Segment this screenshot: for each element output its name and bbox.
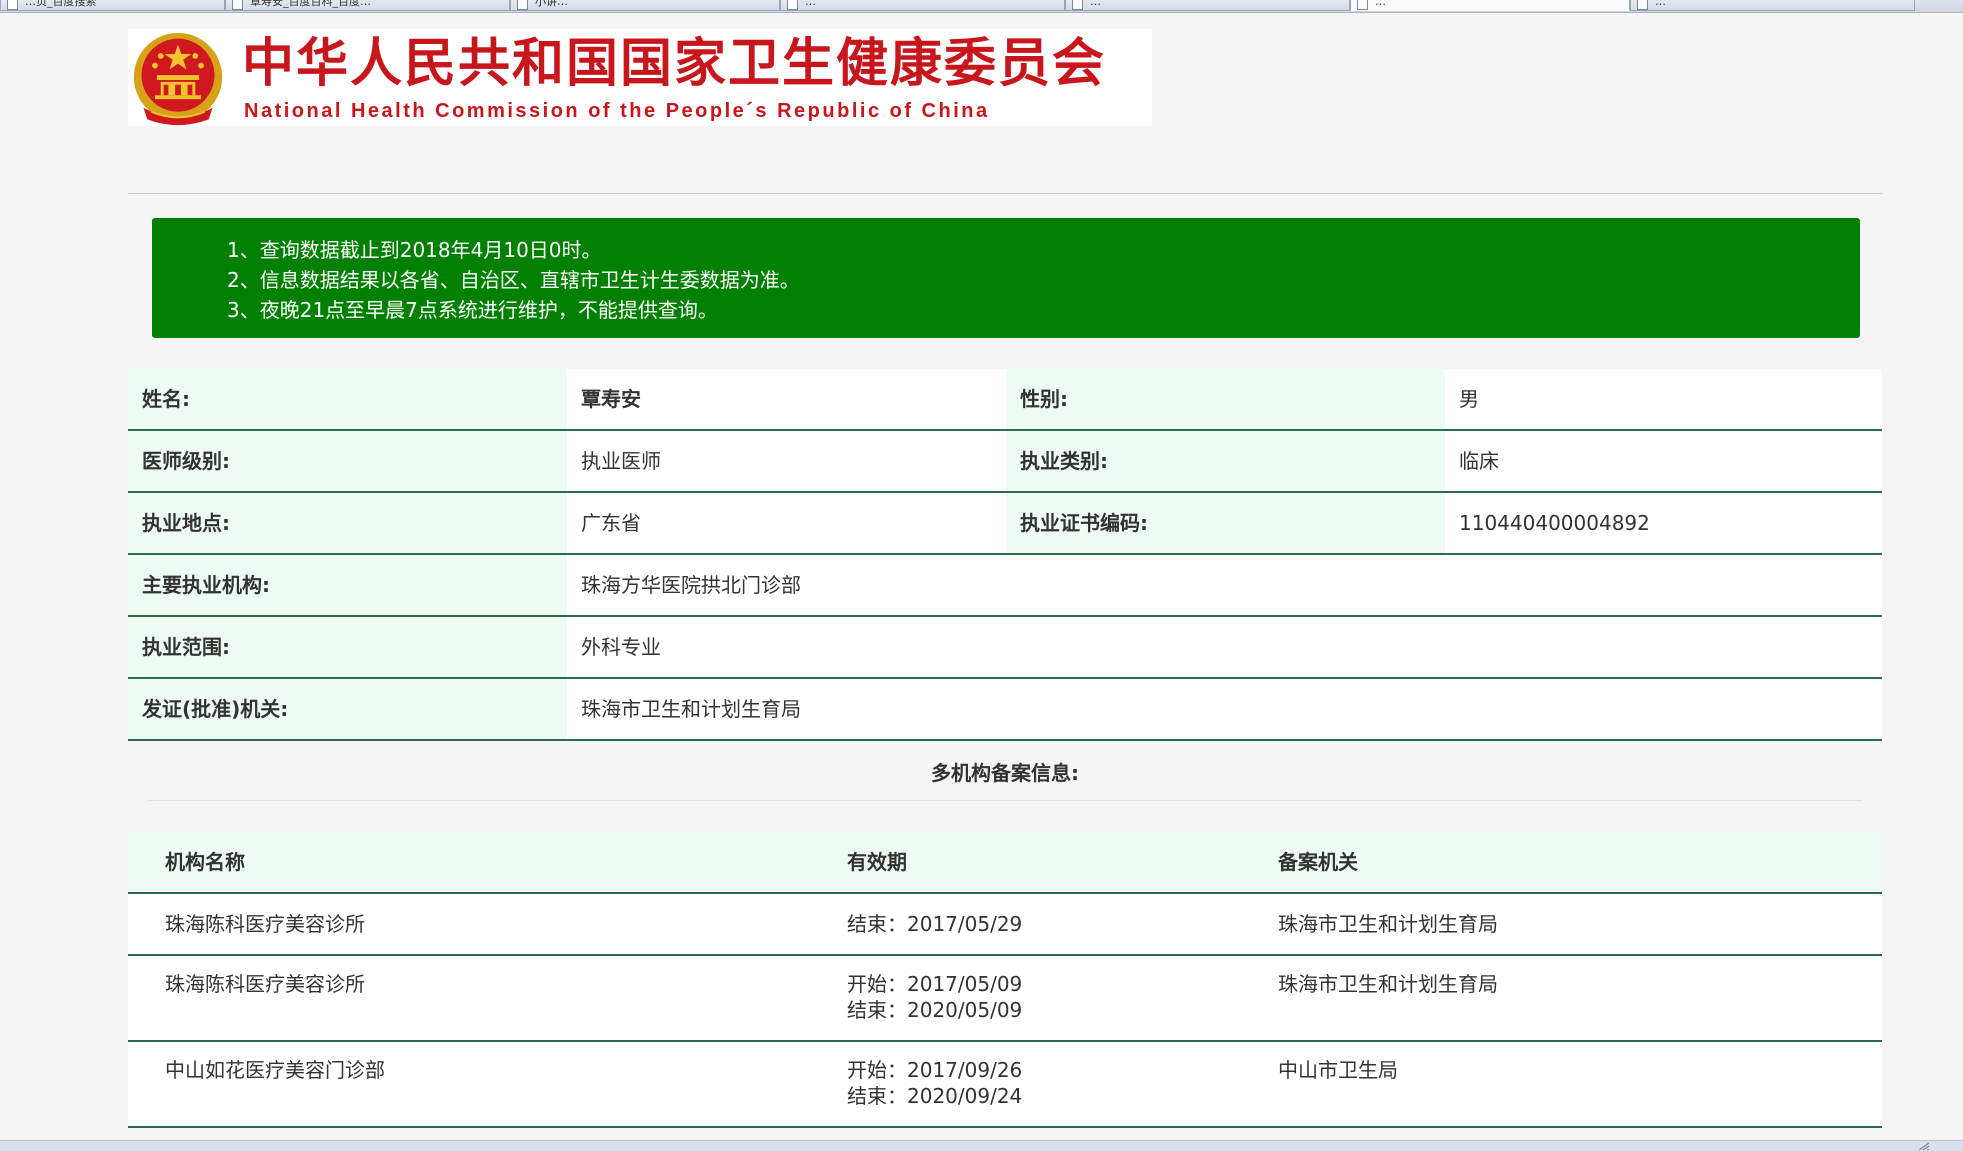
filing-authority-cell: 中山市卫生局 <box>1278 1058 1398 1082</box>
category-label: 执业类别: <box>1006 431 1445 491</box>
authority-value: 珠海市卫生和计划生育局 <box>567 679 1882 739</box>
page-icon <box>1072 0 1083 10</box>
validity-start: 开始：2017/09/26 <box>847 1058 1023 1082</box>
site-header-banner[interactable]: 中华人民共和国国家卫生健康委员会 National Health Commiss… <box>128 29 1152 126</box>
browser-tab[interactable]: … <box>1065 0 1350 11</box>
validity-start: 开始：2017/05/09 <box>847 972 1023 996</box>
browser-tab[interactable]: … <box>780 0 1065 11</box>
browser-tab-active[interactable]: … <box>1350 0 1630 11</box>
browser-tab-strip: …页_百度搜索 覃寿安_百度百科_百度… 小讲… … … … … <box>0 0 1963 13</box>
page-icon <box>7 0 18 10</box>
location-value: 广东省 <box>567 493 1006 553</box>
filing-authority-cell: 珠海市卫生和计划生育局 <box>1278 972 1498 996</box>
notice-line: 3、夜晚21点至早晨7点系统进行维护，不能提供查询。 <box>227 298 718 322</box>
validity-end: 结束：2020/05/09 <box>847 998 1023 1022</box>
column-header-institution: 机构名称 <box>165 850 245 874</box>
page-icon <box>787 0 798 10</box>
page-icon <box>232 0 243 10</box>
browser-tab-label: 小讲… <box>535 0 568 8</box>
name-label: 姓名: <box>128 369 567 429</box>
info-row: 执业地点: 广东省 执业证书编码: 110440400004892 <box>128 493 1882 555</box>
national-emblem-icon <box>133 32 223 126</box>
validity-cell: 开始：2017/09/26 结束：2020/09/24 <box>847 1042 1278 1126</box>
page-icon <box>1637 0 1648 10</box>
validity-cell: 开始：2017/05/09 结束：2020/05/09 <box>847 956 1278 1040</box>
table-row: 珠海陈科医疗美容诊所 开始：2017/05/09 结束：2020/05/09 珠… <box>128 956 1882 1042</box>
cert-number-value: 110440400004892 <box>1445 493 1882 553</box>
browser-tab-label: 覃寿安_百度百科_百度… <box>250 0 371 8</box>
notice-box: 1、查询数据截止到2018年4月10日0时。 2、信息数据结果以各省、自治区、直… <box>152 218 1860 338</box>
site-title-english: National Health Commission of the People… <box>244 100 990 122</box>
filing-authority-cell: 珠海市卫生和计划生育局 <box>1278 912 1498 936</box>
scope-value: 外科专业 <box>567 617 1882 677</box>
doctor-info-table: 姓名: 覃寿安 性别: 男 医师级别: 执业医师 执业类别: 临床 执业地点: … <box>128 369 1882 741</box>
multi-institution-table: 机构名称 有效期 备案机关 珠海陈科医疗美容诊所 结束：2017/05/29 珠… <box>128 832 1882 1128</box>
institution-name-cell: 珠海陈科医疗美容诊所 <box>165 972 365 996</box>
browser-tab-label: … <box>1090 0 1101 8</box>
scope-label: 执业范围: <box>128 617 567 677</box>
browser-status-bar <box>0 1140 1963 1151</box>
info-row: 执业范围: 外科专业 <box>128 617 1882 679</box>
validity-end: 结束：2020/09/24 <box>847 1084 1023 1108</box>
column-header-validity: 有效期 <box>847 850 907 874</box>
level-label: 医师级别: <box>128 431 567 491</box>
validity-end: 结束：2017/05/29 <box>847 912 1023 936</box>
validity-cell: 结束：2017/05/29 <box>847 894 1278 954</box>
table-row: 中山如花医疗美容门诊部 开始：2017/09/26 结束：2020/09/24 … <box>128 1042 1882 1128</box>
browser-tab[interactable]: 覃寿安_百度百科_百度… <box>225 0 510 11</box>
browser-tab-label: … <box>805 0 816 8</box>
browser-tab-label: …页_百度搜索 <box>25 0 97 8</box>
table-row: 珠海陈科医疗美容诊所 结束：2017/05/29 珠海市卫生和计划生育局 <box>128 894 1882 956</box>
info-row: 姓名: 覃寿安 性别: 男 <box>128 369 1882 431</box>
multi-institution-title: 多机构备案信息: <box>931 761 1079 785</box>
name-value: 覃寿安 <box>567 369 1006 429</box>
notice-line: 2、信息数据结果以各省、自治区、直辖市卫生计生委数据为准。 <box>227 268 800 292</box>
browser-tab-label: … <box>1375 0 1386 8</box>
location-label: 执业地点: <box>128 493 567 553</box>
level-value: 执业医师 <box>567 431 1006 491</box>
page-icon <box>1357 0 1368 10</box>
gender-value: 男 <box>1445 369 1882 429</box>
institution-value: 珠海方华医院拱北门诊部 <box>567 555 1882 615</box>
browser-tab-label: … <box>1655 0 1666 8</box>
cert-number-label: 执业证书编码: <box>1006 493 1445 553</box>
institution-name-cell: 珠海陈科医疗美容诊所 <box>165 912 365 936</box>
table-header-row: 机构名称 有效期 备案机关 <box>128 832 1882 894</box>
info-row: 主要执业机构: 珠海方华医院拱北门诊部 <box>128 555 1882 617</box>
category-value: 临床 <box>1445 431 1882 491</box>
gender-label: 性别: <box>1006 369 1445 429</box>
column-header-authority: 备案机关 <box>1278 850 1358 874</box>
institution-name-cell: 中山如花医疗美容门诊部 <box>165 1058 385 1082</box>
authority-label: 发证(批准)机关: <box>128 679 567 739</box>
site-title-chinese: 中华人民共和国国家卫生健康委员会 <box>242 34 1107 94</box>
header-divider <box>128 193 1882 194</box>
notice-line: 1、查询数据截止到2018年4月10日0时。 <box>227 238 602 262</box>
section-divider <box>148 800 1862 801</box>
info-row: 医师级别: 执业医师 执业类别: 临床 <box>128 431 1882 493</box>
institution-label: 主要执业机构: <box>128 555 567 615</box>
browser-tab[interactable]: 小讲… <box>510 0 780 11</box>
browser-tab[interactable]: … <box>1630 0 1915 11</box>
info-row: 发证(批准)机关: 珠海市卫生和计划生育局 <box>128 679 1882 741</box>
browser-tab[interactable]: …页_百度搜索 <box>0 0 225 11</box>
page-icon <box>517 0 528 10</box>
